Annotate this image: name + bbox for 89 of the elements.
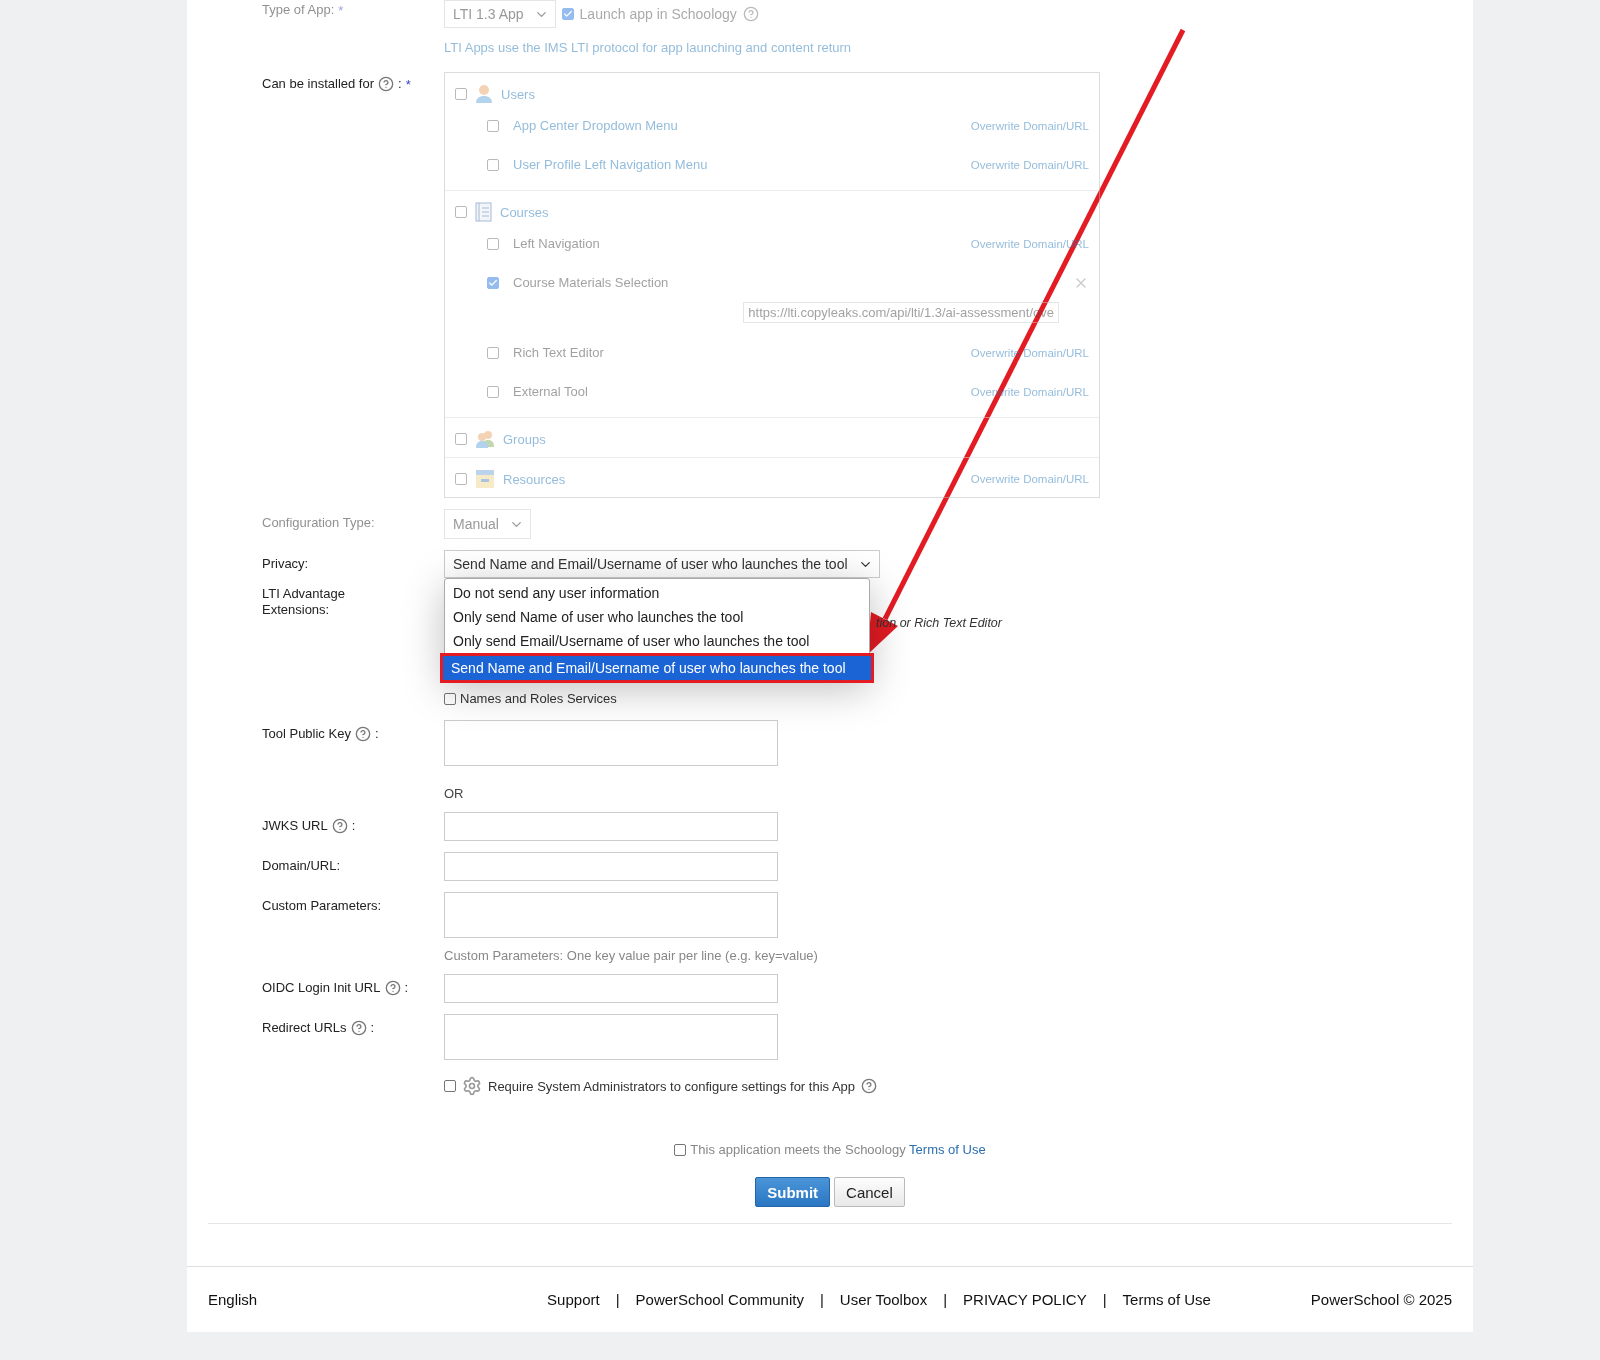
checkbox[interactable] bbox=[455, 88, 467, 100]
field-label: Tool Public Key bbox=[262, 726, 351, 742]
label-colon: : bbox=[374, 726, 379, 742]
separator: | bbox=[615, 1291, 620, 1308]
field-label: Privacy: bbox=[262, 556, 309, 572]
checkbox[interactable] bbox=[455, 206, 467, 218]
footer-link[interactable]: PRIVACY POLICY bbox=[963, 1291, 1087, 1308]
label-colon: : bbox=[404, 980, 409, 996]
checkbox[interactable] bbox=[561, 8, 574, 20]
app-type-select[interactable]: LTI 1.3 App bbox=[444, 0, 556, 28]
field-label: JWKS URL bbox=[262, 818, 328, 834]
help-icon[interactable] bbox=[742, 6, 759, 22]
checkbox[interactable] bbox=[444, 1080, 456, 1092]
input-field[interactable] bbox=[444, 974, 778, 1003]
option-label: Left Navigation bbox=[513, 236, 601, 251]
required-mark: * bbox=[405, 76, 411, 92]
help-icon[interactable] bbox=[384, 980, 401, 996]
option-label: Rich Text Editor bbox=[513, 345, 605, 360]
dropdown-option[interactable]: Only send Name of user who launches the tool bbox=[445, 605, 869, 629]
language-label[interactable]: English bbox=[208, 1291, 258, 1308]
field-label: Domain/URL: bbox=[262, 858, 341, 874]
text-area[interactable] bbox=[444, 1014, 778, 1060]
footer-link[interactable]: PowerSchool Community bbox=[635, 1291, 804, 1308]
separator: | bbox=[943, 1291, 948, 1308]
checkbox[interactable] bbox=[487, 119, 499, 132]
text-area[interactable] bbox=[444, 720, 778, 766]
checkbox[interactable] bbox=[455, 473, 467, 485]
label-colon: : bbox=[370, 1020, 375, 1036]
configuration-select[interactable]: Manual bbox=[444, 509, 531, 539]
terms-link[interactable]: Terms of Use bbox=[909, 1142, 986, 1157]
people-icon bbox=[475, 429, 495, 449]
submit-button[interactable]: Submit bbox=[755, 1177, 831, 1207]
section-label: Courses bbox=[500, 204, 549, 220]
field-label: Configuration Type: bbox=[262, 515, 375, 531]
text-area[interactable] bbox=[444, 892, 778, 938]
help-icon[interactable] bbox=[861, 1078, 878, 1094]
help-icon[interactable] bbox=[378, 76, 394, 92]
field-label: Redirect URLs bbox=[262, 1020, 347, 1036]
checkbox-label: Launch app in Schoology bbox=[579, 6, 737, 22]
separator: | bbox=[819, 1291, 824, 1308]
hint-text: Custom Parameters: One key value pair per line (e.g. key=value) bbox=[444, 948, 819, 963]
footer-link[interactable]: User Toolbox bbox=[839, 1291, 928, 1308]
field-label: Can be installed for bbox=[262, 76, 374, 92]
footer-link[interactable]: Support bbox=[547, 1291, 600, 1308]
dropdown-option[interactable]: Only send Email/Username of user who launches the tool bbox=[445, 629, 869, 653]
option-label: App Center Dropdown Menu bbox=[513, 118, 679, 133]
checkbox[interactable] bbox=[455, 433, 467, 445]
copyright-text: PowerSchool © 2025 bbox=[1310, 1291, 1452, 1308]
dropdown-option[interactable]: Send Name and Email/Username of user who launches the tool bbox=[443, 656, 871, 680]
help-icon[interactable] bbox=[350, 1020, 367, 1036]
field-label: LTI Advantage Extensions: bbox=[262, 586, 346, 618]
option-label: External Tool bbox=[513, 384, 589, 399]
dropdown-option[interactable]: Do not send any user information bbox=[445, 581, 869, 605]
section-label: Users bbox=[501, 86, 535, 102]
privacy-select[interactable]: Send Name and Email/Username of user who launches the tool bbox=[444, 550, 880, 578]
checkbox[interactable] bbox=[487, 237, 499, 250]
checkbox-label: Require System Administrators to configure settings for this App bbox=[488, 1078, 856, 1094]
field-label: Custom Parameters: bbox=[262, 898, 382, 914]
help-icon[interactable] bbox=[354, 726, 371, 742]
checkbox[interactable] bbox=[674, 1143, 687, 1156]
note-text: tion or Rich Text Editor bbox=[876, 616, 1002, 630]
required-mark: * bbox=[338, 2, 344, 18]
terms-text: This application meets the Schoology Terms of Use bbox=[690, 1142, 986, 1157]
help-icon[interactable] bbox=[331, 818, 348, 834]
checkbox[interactable] bbox=[487, 158, 499, 171]
section-label: Resources bbox=[503, 471, 566, 487]
checkbox[interactable] bbox=[487, 276, 499, 289]
or-text: OR bbox=[444, 786, 465, 801]
field-label: OIDC Login Init URL bbox=[262, 980, 381, 996]
checkbox[interactable] bbox=[444, 692, 456, 705]
field-label: Type of App: bbox=[262, 2, 335, 18]
input-field[interactable] bbox=[444, 852, 778, 881]
checkbox-label: Names and Roles Services bbox=[460, 691, 617, 706]
option-label: User Profile Left Navigation Menu bbox=[513, 157, 709, 172]
footer-link[interactable]: Terms of Use bbox=[1122, 1291, 1211, 1308]
section-label: Groups bbox=[503, 431, 546, 447]
hint-text: LTI Apps use the IMS LTI protocol for app launching and content return bbox=[444, 40, 853, 55]
input-field[interactable] bbox=[444, 812, 778, 841]
checkbox[interactable] bbox=[487, 385, 499, 398]
label-colon: : bbox=[398, 76, 402, 92]
option-label: Course Materials Selection bbox=[513, 275, 670, 290]
label-colon: : bbox=[351, 818, 356, 834]
checkbox[interactable] bbox=[487, 346, 499, 359]
gear-icon bbox=[462, 1076, 482, 1096]
person-icon bbox=[475, 84, 493, 104]
cancel-button[interactable]: Cancel bbox=[834, 1177, 905, 1207]
separator: | bbox=[1102, 1291, 1107, 1308]
archive-icon bbox=[475, 469, 495, 489]
notebook-icon bbox=[475, 202, 492, 222]
